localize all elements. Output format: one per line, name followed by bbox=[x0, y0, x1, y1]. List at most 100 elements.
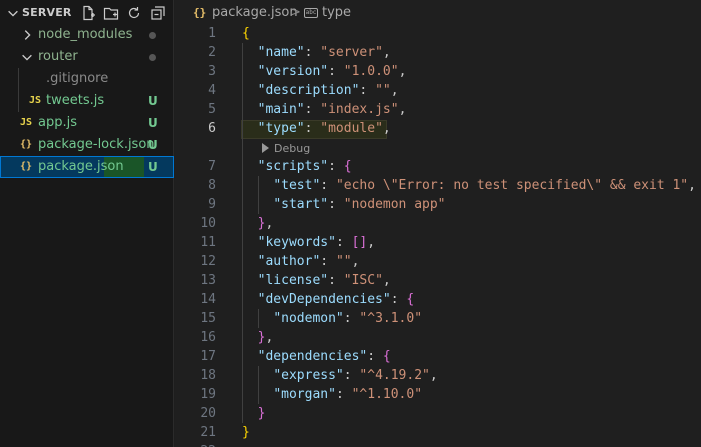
tree-item-node-modules[interactable]: node_modules bbox=[0, 24, 174, 46]
line-number: 3 bbox=[208, 64, 216, 79]
new-folder-icon[interactable] bbox=[103, 5, 119, 21]
code-line[interactable]: 18 "express": "^4.19.2", bbox=[175, 366, 701, 385]
line-number: 9 bbox=[208, 197, 216, 212]
new-file-icon[interactable] bbox=[80, 5, 96, 21]
code-area[interactable]: Debug 1{2 "name": "server", 3 "version": … bbox=[175, 24, 701, 447]
line-number: 13 bbox=[200, 273, 216, 288]
line-number: 20 bbox=[200, 406, 216, 421]
line-number: 22 bbox=[175, 442, 216, 447]
code-line[interactable]: 21} bbox=[175, 423, 701, 442]
line-number: 18 bbox=[200, 368, 216, 383]
code-line[interactable]: 22 bbox=[175, 442, 701, 447]
js-file-icon: JS bbox=[29, 95, 42, 106]
line-number: 2 bbox=[208, 45, 216, 60]
collapse-all-icon[interactable] bbox=[150, 5, 166, 21]
explorer-header[interactable]: SERVER bbox=[0, 0, 174, 26]
breadcrumb-file[interactable]: package.json bbox=[212, 0, 298, 26]
code-text: }, bbox=[257, 330, 274, 345]
line-number: 14 bbox=[200, 292, 216, 307]
indent-guide bbox=[258, 176, 259, 214]
editor[interactable]: {} package.json > abc type Debug 1{2 "na… bbox=[175, 0, 701, 447]
json-file-icon: {} bbox=[193, 6, 207, 19]
code-line[interactable]: 20 } bbox=[175, 404, 701, 423]
tree-item-label: tweets.js bbox=[46, 93, 105, 108]
code-text: "keywords": [], bbox=[257, 235, 376, 250]
code-text: "morgan": "^1.10.0" bbox=[273, 387, 423, 402]
debug-codelens[interactable]: Debug bbox=[262, 139, 310, 158]
tree-item-label: package.json bbox=[38, 159, 124, 174]
code-text: { bbox=[242, 26, 250, 41]
chevron-down-icon bbox=[22, 54, 32, 61]
code-line[interactable]: 11 "keywords": [], bbox=[175, 233, 701, 252]
tree-item-label: package-lock.json bbox=[38, 137, 155, 152]
code-line[interactable]: 19 "morgan": "^1.10.0" bbox=[175, 385, 701, 404]
tree-item-label: node_modules bbox=[38, 27, 133, 42]
code-text: "version": "1.0.0", bbox=[257, 64, 407, 79]
chevron-right-icon bbox=[24, 30, 31, 40]
code-text: "dependencies": { bbox=[257, 349, 391, 364]
line-number: 15 bbox=[200, 311, 216, 326]
code-text: } bbox=[242, 425, 250, 440]
code-line[interactable]: 17 "dependencies": { bbox=[175, 347, 701, 366]
code-line[interactable]: 15 "nodemon": "^3.1.0" bbox=[175, 309, 701, 328]
indent-guide bbox=[242, 43, 243, 423]
code-line[interactable]: 4 "description": "", bbox=[175, 81, 701, 100]
line-number: 10 bbox=[200, 216, 216, 231]
explorer-title: SERVER bbox=[22, 6, 72, 19]
tree-item-package-json[interactable]: {} package.json U bbox=[0, 156, 174, 178]
tree-item-label: .gitignore bbox=[46, 71, 109, 86]
code-text: "express": "^4.19.2", bbox=[273, 368, 438, 383]
git-status-badge: U bbox=[148, 160, 158, 174]
breadcrumb-property[interactable]: type bbox=[322, 0, 351, 26]
code-line[interactable]: 13 "license": "ISC", bbox=[175, 271, 701, 290]
line-number: 6 bbox=[208, 121, 216, 136]
line-number: 16 bbox=[200, 330, 216, 345]
code-line[interactable]: 1{ bbox=[175, 24, 701, 43]
code-line[interactable]: 3 "version": "1.0.0", bbox=[175, 62, 701, 81]
json-file-icon: {} bbox=[20, 139, 33, 150]
code-line[interactable]: 7 "scripts": { bbox=[175, 157, 701, 176]
line-number: 19 bbox=[200, 387, 216, 402]
code-line[interactable]: 9 "start": "nodemon app" bbox=[175, 195, 701, 214]
code-text: "license": "ISC", bbox=[257, 273, 391, 288]
line-number: 12 bbox=[200, 254, 216, 269]
tree-item-package-lock-json[interactable]: {} package-lock.json U bbox=[0, 134, 174, 156]
indent-guide bbox=[258, 309, 259, 328]
tree-item-label: router bbox=[38, 49, 78, 64]
code-line[interactable]: 12 "author": "", bbox=[175, 252, 701, 271]
js-file-icon: JS bbox=[20, 117, 33, 128]
code-text: "devDependencies": { bbox=[257, 292, 415, 307]
code-line[interactable]: 14 "devDependencies": { bbox=[175, 290, 701, 309]
play-icon bbox=[262, 143, 269, 153]
indent-guide bbox=[258, 366, 259, 404]
code-line[interactable]: 8 "test": "echo \"Error: no test specifi… bbox=[175, 176, 701, 195]
chevron-down-icon[interactable] bbox=[6, 6, 20, 20]
code-text: "nodemon": "^3.1.0" bbox=[273, 311, 423, 326]
line-number: 1 bbox=[208, 26, 216, 41]
tree-item-tweets-js[interactable]: JS tweets.js U bbox=[0, 90, 174, 112]
code-text: }, bbox=[257, 216, 274, 231]
code-text: "test": "echo \"Error: no test specified… bbox=[273, 178, 696, 193]
code-line[interactable]: 5 "main": "index.js", bbox=[175, 100, 701, 119]
codelens-label: Debug bbox=[274, 142, 311, 155]
json-file-icon: {} bbox=[20, 161, 33, 172]
tree-item-router[interactable]: router bbox=[0, 46, 174, 68]
tree-item-app-js[interactable]: JS app.js U bbox=[0, 112, 174, 134]
tree-item-label: app.js bbox=[38, 115, 77, 130]
line-number: 21 bbox=[200, 425, 216, 440]
code-text: "scripts": { bbox=[257, 159, 352, 174]
tree-item-gitignore[interactable]: .gitignore bbox=[0, 68, 174, 90]
git-status-badge: U bbox=[148, 116, 158, 130]
code-text: "name": "server", bbox=[257, 45, 391, 60]
line-number: 11 bbox=[200, 235, 216, 250]
refresh-icon[interactable] bbox=[126, 5, 142, 21]
string-property-icon: abc bbox=[304, 8, 318, 18]
breadcrumb: {} package.json > abc type bbox=[175, 0, 701, 26]
code-line[interactable]: 10 }, bbox=[175, 214, 701, 233]
code-text: } bbox=[257, 406, 266, 421]
code-line[interactable]: 16 }, bbox=[175, 328, 701, 347]
code-line[interactable]: 2 "name": "server", bbox=[175, 43, 701, 62]
code-text: "start": "nodemon app" bbox=[273, 197, 446, 212]
git-status-badge: U bbox=[148, 94, 158, 108]
code-line[interactable]: 6 "type": "module", bbox=[175, 119, 701, 138]
